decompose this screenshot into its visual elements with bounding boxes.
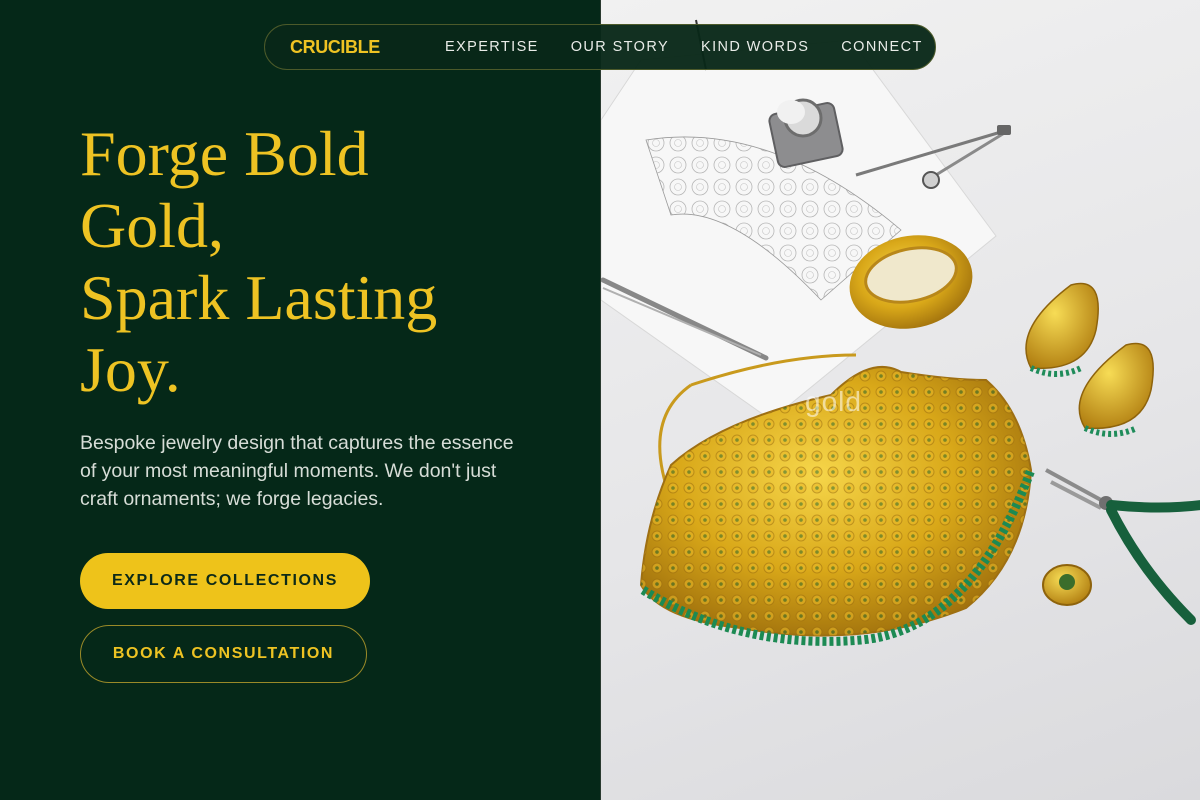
- earring-icon: [1078, 342, 1154, 437]
- explore-collections-button[interactable]: EXPLORE COLLECTIONS: [80, 553, 370, 609]
- hero-left-panel: Forge Bold Gold, Spark Lasting Joy. Besp…: [0, 0, 600, 800]
- nav-link-our-story[interactable]: OUR STORY: [571, 39, 669, 55]
- nav-link-connect[interactable]: CONNECT: [841, 39, 923, 55]
- image-watermark: gold: [805, 386, 862, 417]
- hero-image: [600, 0, 1200, 800]
- hero-subtitle: Bespoke jewelry design that captures the…: [80, 432, 514, 510]
- nav-link-kind-words[interactable]: KIND WORDS: [701, 39, 809, 55]
- hero-title-line: Spark Lasting: [80, 262, 438, 333]
- book-consultation-button[interactable]: BOOK A CONSULTATION: [80, 625, 367, 683]
- top-nav: CRUCIBLE EXPERTISE OUR STORY KIND WORDS …: [264, 24, 936, 70]
- nav-link-expertise[interactable]: EXPERTISE: [445, 39, 539, 55]
- nav-links: EXPERTISE OUR STORY KIND WORDS CONNECT: [445, 25, 923, 69]
- ring-icon: [1042, 564, 1092, 606]
- hero-title-line: Joy.: [80, 334, 181, 405]
- earring-icon: [1025, 282, 1099, 377]
- hero-title: Forge Bold Gold, Spark Lasting Joy.: [80, 118, 560, 406]
- hero-title-line: Gold,: [80, 190, 224, 261]
- page: Forge Bold Gold, Spark Lasting Joy. Besp…: [0, 0, 1200, 800]
- brand-logo[interactable]: CRUCIBLE: [290, 37, 380, 58]
- hero-title-line: Forge Bold: [80, 118, 369, 189]
